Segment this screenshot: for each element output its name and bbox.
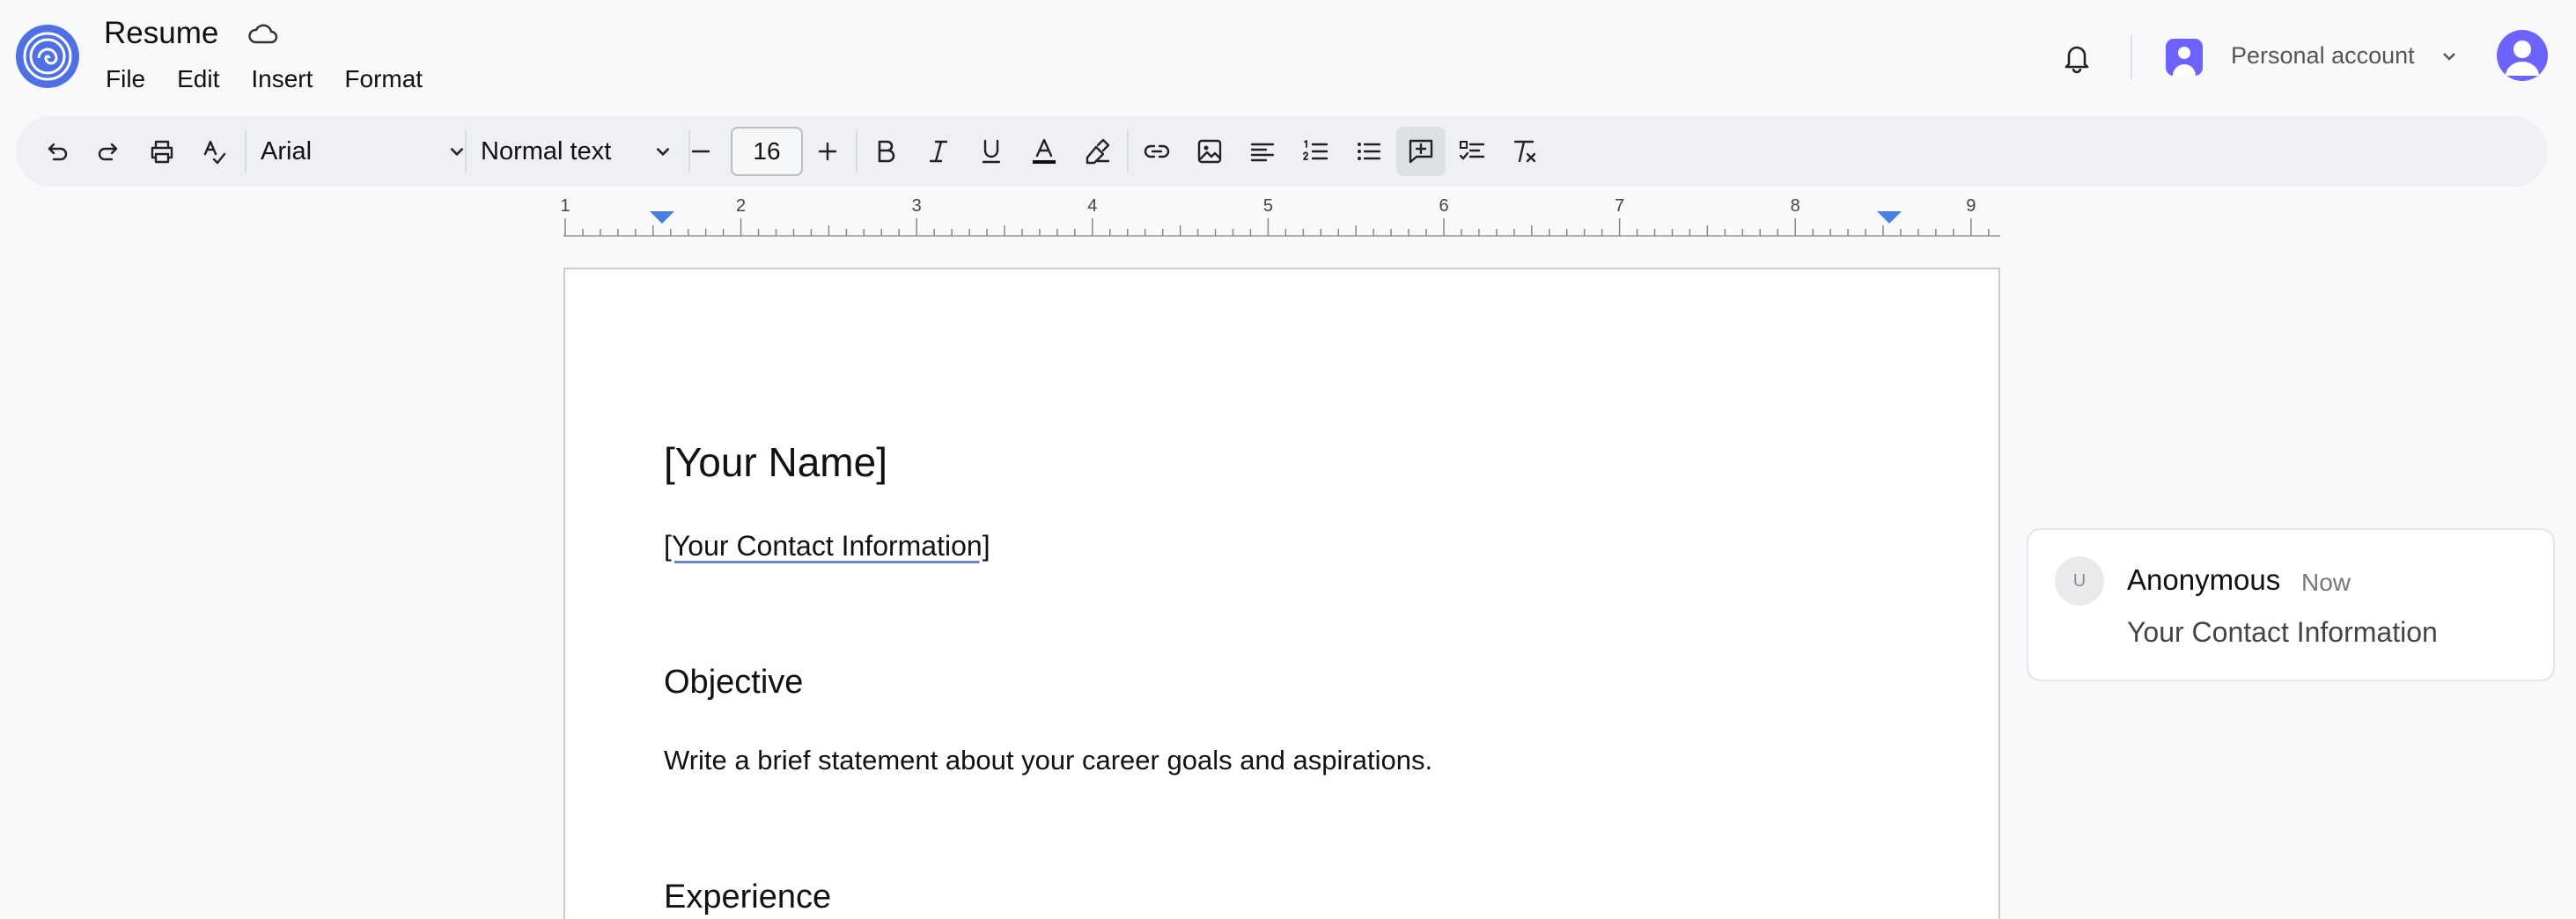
doc-objective-paragraph[interactable]: Write a brief statement about your caree… xyxy=(664,745,1432,776)
ruler-label: 9 xyxy=(1966,196,1976,216)
ruler-label: 4 xyxy=(1087,196,1097,216)
menu-file[interactable]: File xyxy=(106,65,145,93)
ruler-label: 7 xyxy=(1615,196,1624,216)
user-avatar[interactable] xyxy=(2497,30,2548,81)
account-switcher-label[interactable]: Personal account xyxy=(2231,42,2415,70)
chevron-down-icon xyxy=(656,147,670,157)
bell-icon[interactable] xyxy=(2060,40,2094,74)
image-icon[interactable] xyxy=(1194,136,1225,167)
link-icon[interactable] xyxy=(1141,136,1173,167)
font-family-select[interactable]: Arial xyxy=(261,136,468,167)
undo-icon[interactable] xyxy=(40,136,72,167)
logo-icon[interactable] xyxy=(16,25,79,88)
document-title[interactable]: Resume xyxy=(104,16,218,51)
checklist-icon[interactable] xyxy=(1456,136,1488,167)
add-comment-icon[interactable] xyxy=(1396,127,1446,176)
bold-icon[interactable] xyxy=(870,136,902,167)
plus-icon[interactable] xyxy=(812,136,843,167)
cloud-icon xyxy=(247,21,278,46)
menu-format[interactable]: Format xyxy=(344,65,423,93)
font-size-input[interactable]: 16 xyxy=(731,127,803,176)
ruler-label: 6 xyxy=(1439,196,1448,216)
comment-timestamp: Now xyxy=(2301,569,2352,596)
right-indent-marker[interactable] xyxy=(1877,211,1902,224)
ruler-label: 3 xyxy=(912,196,922,216)
menu-bar: File Edit Insert Format xyxy=(106,65,454,93)
document-page[interactable]: [Your Name] [Your Contact Information] O… xyxy=(563,268,2000,919)
doc-heading-experience[interactable]: Experience xyxy=(664,879,831,916)
toolbar-divider xyxy=(245,130,247,173)
formatting-toolbar: Arial Normal text 16 xyxy=(16,116,2548,187)
minus-icon[interactable] xyxy=(685,136,717,167)
bulleted-list-icon[interactable] xyxy=(1352,136,1384,167)
redo-icon[interactable] xyxy=(93,136,125,167)
ruler-label: 8 xyxy=(1791,196,1800,216)
clear-format-icon[interactable] xyxy=(1509,136,1541,167)
comment-avatar: U xyxy=(2055,556,2104,606)
numbered-list-icon[interactable] xyxy=(1299,136,1331,167)
menu-edit[interactable]: Edit xyxy=(177,65,219,93)
header-divider xyxy=(2131,35,2132,79)
underline-icon[interactable] xyxy=(975,136,1007,167)
ruler-label: 1 xyxy=(562,196,570,216)
ruler: 1 2 3 4 5 6 7 8 9 xyxy=(562,196,2000,237)
print-icon[interactable] xyxy=(146,136,178,167)
comment-author: Anonymous xyxy=(2127,563,2281,596)
font-family-value: Arial xyxy=(261,136,313,165)
comment-text: Your Contact Information xyxy=(2127,616,2438,648)
toolbar-divider xyxy=(1127,130,1129,173)
paragraph-style-select[interactable]: Normal text xyxy=(481,136,674,167)
italic-icon[interactable] xyxy=(923,136,954,167)
toolbar-divider xyxy=(465,130,467,173)
doc-heading-objective[interactable]: Objective xyxy=(664,664,803,702)
text-color-icon[interactable] xyxy=(1028,136,1060,167)
chevron-down-icon[interactable] xyxy=(2439,46,2460,67)
spellcheck-icon[interactable] xyxy=(199,136,231,167)
left-indent-marker[interactable] xyxy=(650,211,674,224)
doc-heading-name[interactable]: [Your Name] xyxy=(664,438,887,486)
highlight-icon[interactable] xyxy=(1081,136,1113,167)
account-avatar[interactable] xyxy=(2166,39,2203,76)
toolbar-divider xyxy=(856,130,857,173)
comment-card[interactable]: U Anonymous Now Your Contact Information xyxy=(2027,528,2555,681)
ruler-label: 2 xyxy=(736,196,746,216)
doc-contact-info[interactable]: [Your Contact Information] xyxy=(664,530,990,562)
ruler-label: 5 xyxy=(1263,196,1273,216)
paragraph-style-value: Normal text xyxy=(481,136,612,165)
align-left-icon[interactable] xyxy=(1247,136,1278,167)
menu-insert[interactable]: Insert xyxy=(251,65,313,93)
